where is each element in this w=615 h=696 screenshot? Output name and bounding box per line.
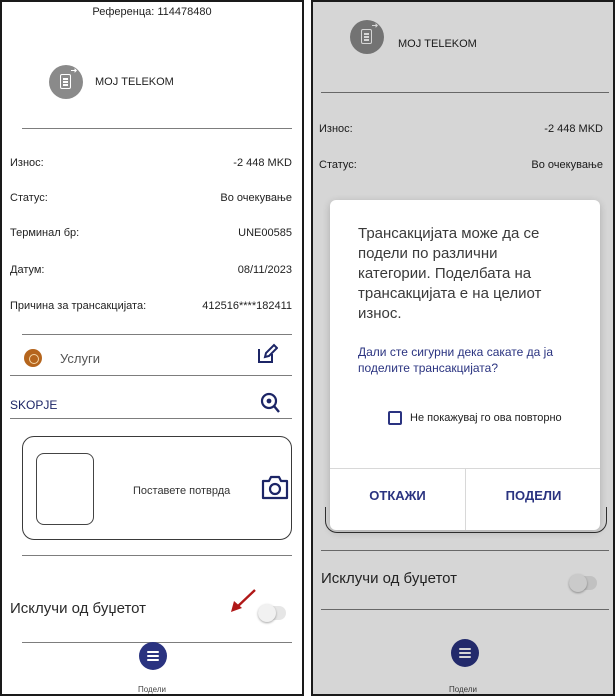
location-search-icon[interactable] [260, 392, 280, 414]
merchant-name: МОЈ TELEKOM [95, 76, 174, 88]
date-value: 08/11/2023 [237, 264, 292, 276]
date-label: Датум: [10, 264, 45, 276]
divider [22, 334, 292, 335]
camera-icon[interactable] [261, 474, 289, 500]
terminal-value: UNE00585 [238, 227, 292, 239]
reference-text: Референца: 114478480 [92, 6, 212, 18]
dont-show-again-label[interactable]: Не покажувај го ова повторно [410, 412, 562, 424]
cancel-button[interactable]: ОТКАЖИ [330, 488, 465, 503]
annotation-arrow-icon [231, 589, 256, 612]
category-label: Услуги [60, 351, 100, 366]
dialog-message: Трансакцијата може да се подели по разли… [358, 225, 542, 322]
amount-value: -2 448 MKD [233, 157, 292, 169]
transaction-detail-screen: Референца: 114478480 МОЈ TELEKOM Износ: … [0, 0, 304, 696]
terminal-label: Терминал бр: [10, 227, 80, 239]
reason-value: 412516****182411 [202, 300, 292, 312]
confirm-split-button[interactable]: ПОДЕЛИ [466, 488, 601, 503]
split-button[interactable] [139, 642, 167, 670]
location-label: SKOPJE [10, 398, 58, 412]
receipt-thumbnail [36, 453, 94, 525]
amount-label: Износ: [10, 157, 44, 169]
exclude-budget-toggle[interactable] [258, 604, 286, 622]
divider [10, 375, 292, 376]
services-category-icon [24, 349, 42, 367]
divider [10, 418, 292, 419]
status-label: Статус: [10, 192, 48, 204]
merchant-icon [49, 65, 83, 99]
status-value: Во очекување [220, 192, 292, 204]
exclude-budget-label: Исклучи од буџетот [10, 600, 147, 617]
receipt-upload-box[interactable]: Поставете потврда [22, 436, 292, 540]
dialog-question: Дали сте сигурни дека сакате да ја подел… [358, 345, 554, 375]
edit-icon[interactable] [256, 343, 278, 365]
divider [22, 128, 292, 129]
split-confirmation-screen: МОЈ TELEKOM Износ: -2 448 MKD Статус: Во… [311, 0, 615, 696]
split-confirm-dialog: Трансакцијата може да се подели по разли… [330, 200, 600, 530]
split-label: Подели [137, 685, 166, 694]
reason-label: Причина за трансакцијата: [10, 300, 147, 312]
receipt-prompt: Поставете потврда [133, 485, 231, 497]
dont-show-again-checkbox[interactable] [388, 411, 402, 425]
divider [22, 555, 292, 556]
